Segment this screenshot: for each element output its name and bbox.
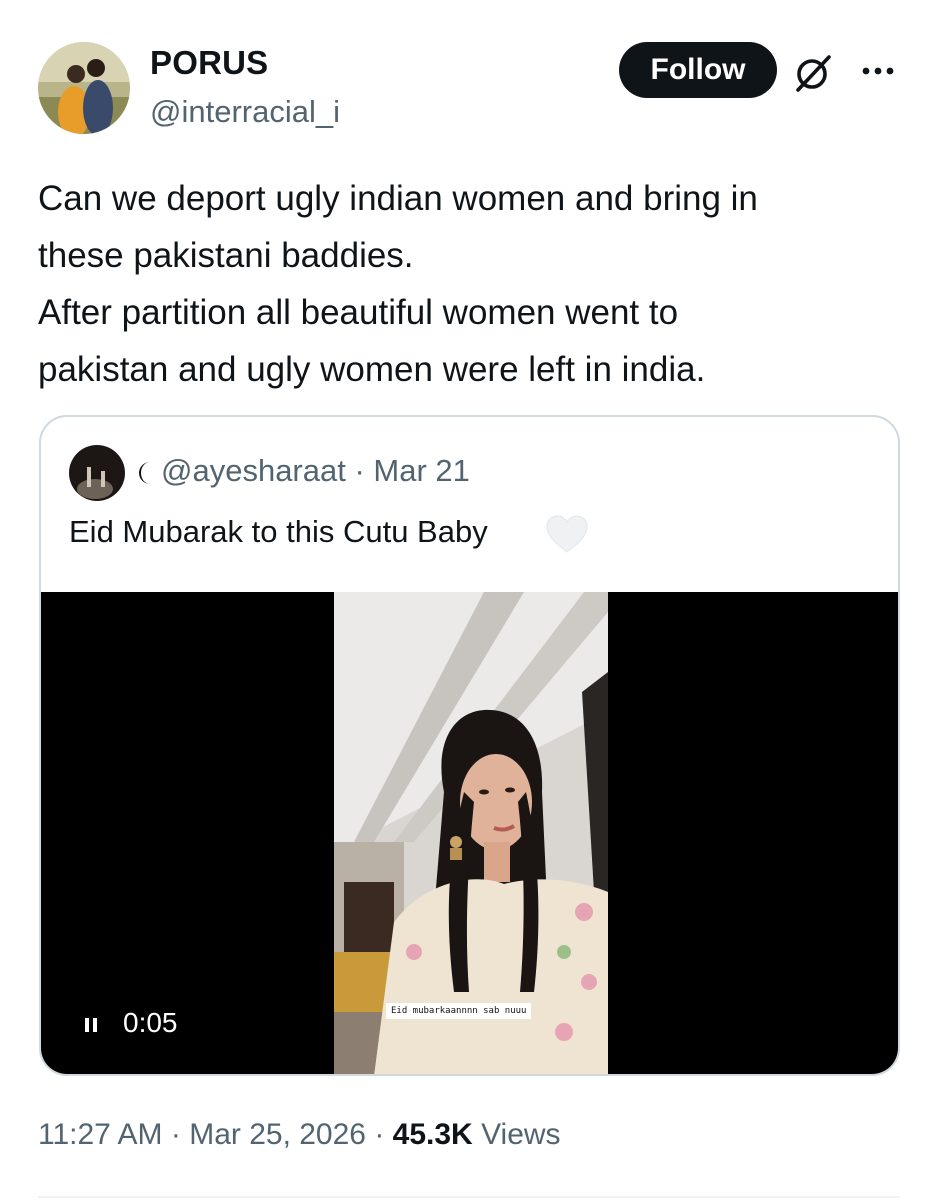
video-frame: Eid mubarkaannnn sab nuuu <box>334 592 608 1074</box>
tweet-text-line: Can we deport ugly indian women and brin… <box>38 179 758 218</box>
pause-icon[interactable] <box>84 1017 98 1033</box>
tweet-meta: 11:27 AM · Mar 25, 2026 · 45.3K Views <box>38 1118 561 1152</box>
tweet-text-line: pakistan and ugly women were left in ind… <box>38 350 706 389</box>
author-avatar[interactable] <box>38 42 130 134</box>
video-elapsed-time: 0:05 <box>123 1007 178 1038</box>
video-player[interactable]: Eid mubarkaannnn sab nuuu 0:05 <box>41 592 898 1074</box>
grok-slash-icon[interactable] <box>792 52 834 94</box>
quote-author-handle[interactable]: @ayesharaat · Mar 21 <box>161 453 470 489</box>
separator-dot: · <box>365 1118 393 1151</box>
quote-author-avatar[interactable] <box>69 445 125 501</box>
video-caption: Eid mubarkaannnn sab nuuu <box>386 1003 532 1019</box>
quote-date: Mar 21 <box>373 453 470 488</box>
views-label: Views <box>481 1118 561 1151</box>
tweet-date[interactable]: Mar 25, 2026 <box>189 1118 366 1151</box>
follow-button[interactable]: Follow <box>619 42 777 98</box>
tweet-text: Can we deport ugly indian women and brin… <box>38 170 888 398</box>
author-handle[interactable]: @interracial_i <box>150 94 340 130</box>
separator-dot: · <box>345 453 374 488</box>
white-heart-icon <box>546 515 588 555</box>
separator-dot: · <box>162 1118 190 1151</box>
tweet-text-line: these pakistani baddies. <box>38 236 414 275</box>
crescent-moon-icon <box>135 455 155 491</box>
author-name[interactable]: PORUS <box>150 44 268 82</box>
tweet-text-line: After partition all beautiful women went… <box>38 293 679 332</box>
quote-text: Eid Mubarak to this Cutu Baby <box>69 514 488 549</box>
quote-handle-text: @ayesharaat <box>161 453 346 488</box>
divider <box>38 1196 900 1198</box>
more-horizontal-icon[interactable] <box>858 56 898 86</box>
tweet-time[interactable]: 11:27 AM <box>38 1118 163 1151</box>
views-count: 45.3K <box>392 1118 473 1151</box>
quoted-tweet-card[interactable]: @ayesharaat · Mar 21 Eid Mubarak to this… <box>39 415 900 1076</box>
views-label-spacer <box>473 1118 481 1151</box>
